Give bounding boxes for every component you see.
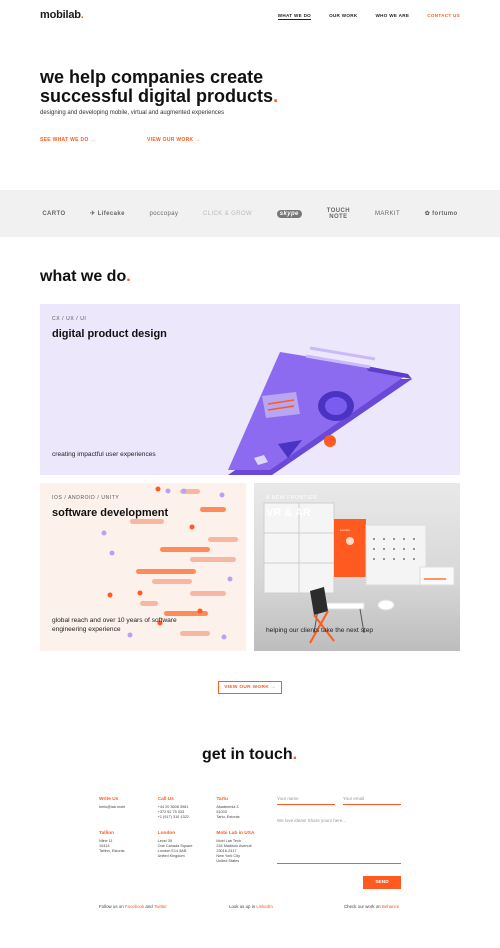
contact-usa: Mobi Lab in USA Mobi Lab Tech 244 Madison… [216,830,255,864]
card-eyebrow: A NEW FRONTIER [266,495,318,501]
twitter-link[interactable]: Twitter [154,904,167,909]
card-eyebrow: IOS / ANDROID / UNITY [52,495,120,501]
contact-tallinn: Tallinn Niine 11 10414 Tallinn, Estonia [99,830,125,854]
contact-call-us: Call Us +44 20 3608 3981 +372 52 75 033 … [157,797,189,820]
client-logo-markit: MARKIT [375,210,401,217]
send-button[interactable]: SEND [363,876,401,889]
card-title: VR & AR [266,507,311,519]
phone-link[interactable]: +372 52 75 033 [158,810,185,814]
hero-subtitle: designing and developing mobile, virtual… [40,110,225,116]
client-logo-lifecake: ✈ Lifecake [90,210,125,218]
client-logo-skype: skype [276,209,302,218]
client-logo-fortumo: ✿ fortumo [424,210,458,218]
fortumo-icon: ✿ [424,211,431,217]
view-our-work-button[interactable]: VIEW OUR WORK → [218,681,282,694]
contact-info: Write Us hello@lab.mobi Call Us +44 20 3… [99,797,271,865]
hero-title-line-2: successful digital products [40,86,274,106]
site-header: mobilab. WHAT WE DO OUR WORK WHO WE ARE … [0,0,500,32]
main-nav: WHAT WE DO OUR WORK WHO WE ARE CONTACT U… [277,13,460,20]
lifecake-icon: ✈ [90,211,96,217]
client-logo-poccopay: poccopay [149,210,179,217]
card-description: helping our clients take the next step [266,627,374,634]
card-vr-ar[interactable]: London A NEW FRONTIER VR & AR helping ou… [254,483,460,651]
card-description: global reach and over 10 years of softwa… [52,617,177,633]
svg-text:London: London [340,528,350,532]
get-in-touch-title: get in touch. [202,746,298,763]
card-software-development[interactable]: IOS / ANDROID / UNITY software developme… [40,483,246,651]
nav-what-we-do[interactable]: WHAT WE DO [277,13,312,20]
card-title: software development [52,507,169,519]
see-what-we-do-link[interactable]: SEE WHAT WE DO → [40,137,96,143]
check-our-work: Check our work on Behance [344,904,400,909]
what-we-do-title: what we do. [40,268,131,285]
nav-who-we-are[interactable]: WHO WE ARE [376,13,410,20]
message-textarea[interactable]: We love ideas! Share yours here... [277,818,401,864]
nav-our-work[interactable]: OUR WORK [329,13,357,20]
follow-us: Follow us on Facebook and Twitter [99,904,167,909]
client-logo-carto: CARTO [42,210,66,217]
hero-title-line-1: we help companies create [40,67,264,87]
linkedin-link[interactable]: LinkedIn [256,904,273,909]
phone-link[interactable]: +44 20 3608 3981 [158,805,189,809]
client-logos: CARTO ✈ Lifecake poccopay CLICK & GROW sk… [0,190,500,237]
view-our-work-link[interactable]: VIEW OUR WORK → [147,137,200,143]
contact-tartu: Tartu Akadeemia 3 51003 Tartu, Estonia [216,797,240,820]
logo[interactable]: mobilab. [40,9,84,21]
contact-london: London Level 39 One Canada Square London E… [157,830,193,859]
behance-link[interactable]: Behance [382,904,399,909]
name-input[interactable]: Your name [277,796,335,805]
email-input[interactable]: Your email [343,796,401,805]
card-digital-product-design[interactable]: CX / UX / UI digital product design crea… [40,304,460,475]
client-logo-touchnote: TOUCH NOTE [326,207,350,220]
isometric-phone-illustration [228,346,412,475]
facebook-link[interactable]: Facebook [125,904,144,909]
nav-contact-us[interactable]: CONTACT US [427,13,460,20]
hero-title: we help companies create successful digi… [40,67,279,106]
client-logo-click-grow: CLICK & GROW [202,210,253,217]
phone-link[interactable]: +1 (917) 310 1322 [158,815,189,819]
contact-write-us: Write Us hello@lab.mobi [99,797,126,809]
look-us-up: Look us up in LinkedIn [229,904,273,909]
email-link[interactable]: hello@lab.mobi [99,805,125,809]
